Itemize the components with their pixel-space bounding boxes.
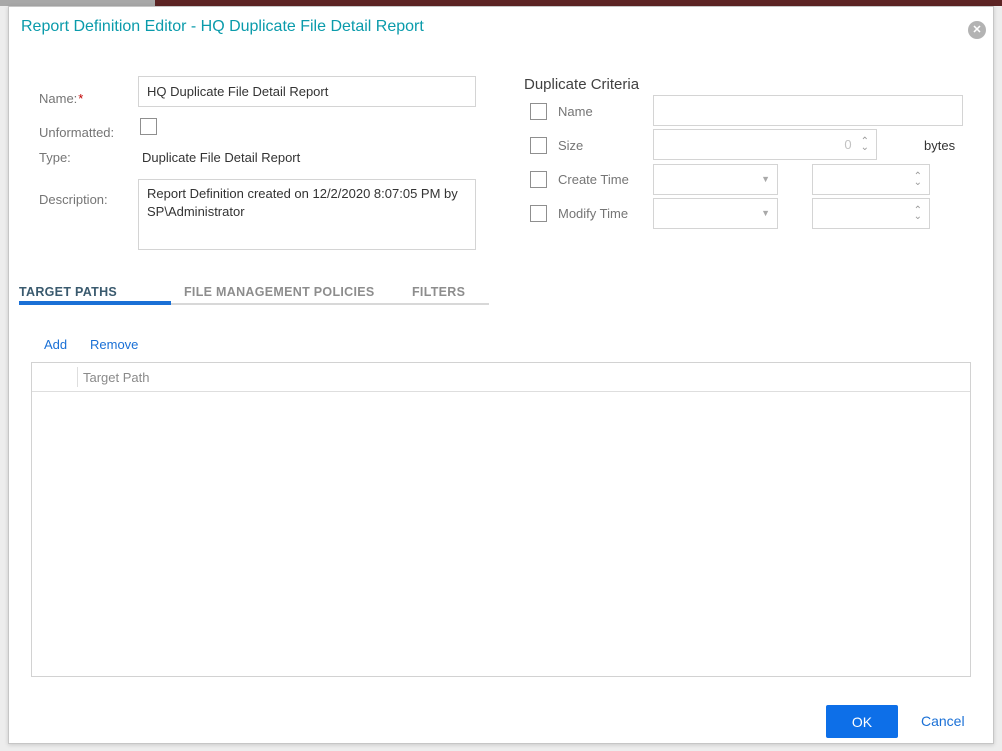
criteria-size-label: Size	[558, 138, 584, 153]
name-input[interactable]	[138, 76, 476, 107]
ok-button[interactable]: OK	[826, 705, 898, 738]
size-spinner-value: 0	[844, 137, 852, 152]
criteria-name-label: Name	[558, 104, 593, 119]
tab-filters[interactable]: FILTERS	[412, 285, 465, 299]
type-label: Type:	[39, 150, 71, 165]
unformatted-label: Unformatted:	[39, 125, 115, 140]
add-link[interactable]: Add	[44, 337, 67, 352]
close-icon[interactable]: ✕	[968, 21, 986, 39]
create-time-dropdown[interactable]: ▼	[653, 164, 778, 195]
criteria-size-checkbox[interactable]	[530, 137, 547, 154]
required-asterisk: *	[78, 91, 84, 106]
criteria-name-input[interactable]	[653, 95, 963, 126]
report-definition-editor-dialog: Report Definition Editor - HQ Duplicate …	[8, 6, 994, 744]
criteria-modify-time-label: Modify Time	[558, 206, 629, 221]
criteria-create-time-checkbox[interactable]	[530, 171, 547, 188]
description-textarea[interactable]: Report Definition created on 12/2/2020 8…	[138, 179, 476, 250]
spinner-down-icon[interactable]: ⌄	[861, 142, 869, 152]
tab-active-underline	[19, 301, 171, 305]
duplicate-criteria-heading: Duplicate Criteria	[524, 76, 640, 93]
name-label: Name:*	[39, 91, 83, 106]
criteria-name-checkbox[interactable]	[530, 103, 547, 120]
size-spinner[interactable]: 0 ⌃ ⌄	[653, 129, 877, 160]
dropdown-arrow-icon[interactable]: ▼	[761, 209, 770, 218]
spinner-arrows-icon[interactable]: ⌃ ⌄	[861, 136, 869, 152]
target-paths-table: Target Path	[31, 362, 971, 677]
spinner-down-icon[interactable]: ⌄	[914, 177, 922, 187]
target-path-column-header[interactable]: Target Path	[83, 370, 150, 385]
create-time-spinner[interactable]: ⌃ ⌄	[812, 164, 930, 195]
tab-file-management-policies[interactable]: FILE MANAGEMENT POLICIES	[184, 285, 375, 299]
remove-link[interactable]: Remove	[90, 337, 138, 352]
modify-time-spinner[interactable]: ⌃ ⌄	[812, 198, 930, 229]
dialog-title: Report Definition Editor - HQ Duplicate …	[21, 18, 424, 35]
name-label-text: Name:	[39, 91, 78, 106]
criteria-modify-time-checkbox[interactable]	[530, 205, 547, 222]
target-paths-table-body	[32, 392, 970, 676]
tab-target-paths[interactable]: TARGET PATHS	[19, 285, 117, 299]
criteria-create-time-label: Create Time	[558, 172, 629, 187]
spinner-arrows-icon[interactable]: ⌃ ⌄	[914, 205, 922, 221]
description-label: Description:	[39, 192, 108, 207]
type-value: Duplicate File Detail Report	[142, 150, 301, 165]
modify-time-dropdown[interactable]: ▼	[653, 198, 778, 229]
unformatted-checkbox[interactable]	[140, 118, 157, 135]
spinner-down-icon[interactable]: ⌄	[914, 211, 922, 221]
spinner-arrows-icon[interactable]: ⌃ ⌄	[914, 171, 922, 187]
cancel-link[interactable]: Cancel	[921, 713, 965, 729]
target-paths-table-header-row: Target Path	[32, 363, 970, 392]
bytes-label: bytes	[924, 138, 956, 153]
dropdown-arrow-icon[interactable]: ▼	[761, 175, 770, 184]
column-divider	[77, 367, 78, 387]
